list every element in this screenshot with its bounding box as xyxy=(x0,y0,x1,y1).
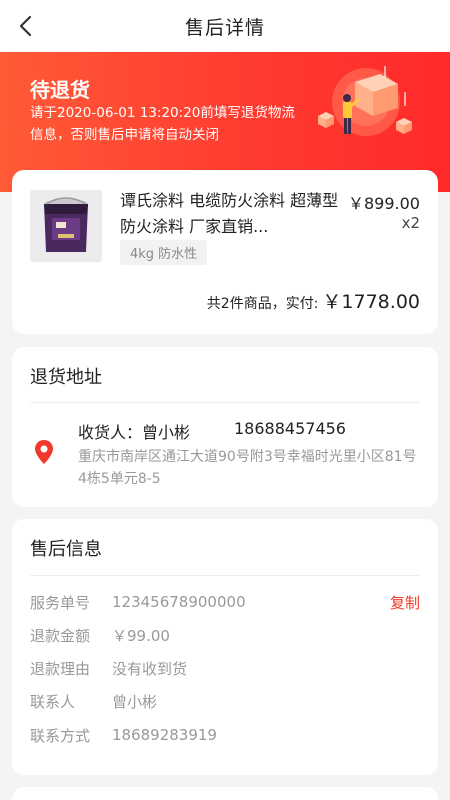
info-label: 退款金额 xyxy=(30,626,91,645)
refund-amount-value: ￥99.00 xyxy=(112,626,170,645)
product-image[interactable] xyxy=(30,190,102,262)
product-spec-tag: 4kg 防水性 xyxy=(120,240,208,265)
info-label: 退款理由 xyxy=(30,659,91,678)
refund-reason-value: 没有收到货 xyxy=(112,659,188,678)
return-illustration xyxy=(318,66,412,136)
divider xyxy=(30,402,420,403)
info-row-service-number: 服务单号 12345678900000 复制 xyxy=(30,591,420,613)
total-label: 共2件商品，实付: xyxy=(206,296,319,312)
info-row-refund-amount: 退款金额 ￥99.00 xyxy=(30,624,420,646)
status-title: 待退货 xyxy=(30,78,90,102)
status-message: 请于2020-06-01 13:20:20前填写退货物流信息，否则售后申请将自动… xyxy=(30,105,295,143)
copy-button[interactable]: 复制 xyxy=(390,592,420,613)
info-row-refund-reason: 退款理由 没有收到货 xyxy=(30,657,420,679)
receiver-name: 收货人：曾小彬 xyxy=(78,423,191,442)
return-address-title: 退货地址 xyxy=(30,367,102,388)
after-sales-info-card: 售后信息 服务单号 12345678900000 复制 退款金额 ￥99.00 … xyxy=(12,519,438,775)
bottom-card xyxy=(12,787,438,800)
product-price: ￥899.00 xyxy=(348,194,420,213)
product-quantity: x2 xyxy=(401,214,420,232)
return-address-card: 退货地址 收货人：曾小彬 18688457456 重庆市南岸区通江大道90号附3… xyxy=(12,347,438,507)
info-row-contact-phone: 联系方式 18689283919 xyxy=(30,724,420,746)
contact-phone-value: 18689283919 xyxy=(112,726,217,744)
paint-bucket-icon xyxy=(30,190,102,262)
service-number-value: 12345678900000 xyxy=(112,593,246,611)
divider xyxy=(30,575,420,576)
address-detail: 重庆市南岸区通江大道90号附3号幸福时光里小区81号4栋5单元8-5 xyxy=(78,449,417,487)
receiver-phone: 18688457456 xyxy=(234,419,346,438)
page-title: 售后详情 xyxy=(184,16,265,39)
info-label: 联系人 xyxy=(30,692,76,711)
back-button[interactable] xyxy=(10,10,42,42)
after-sales-title: 售后信息 xyxy=(30,539,102,560)
nav-bar: 售后详情 xyxy=(0,0,450,52)
order-total: 共2件商品，实付: ￥1778.00 xyxy=(207,287,420,314)
product-name[interactable]: 谭氏涂料 电缆防火涂料 超薄型防火涂料 厂家直销... xyxy=(120,188,340,240)
info-label: 联系方式 xyxy=(30,726,91,745)
back-arrow-icon xyxy=(19,15,32,37)
contact-value: 曾小彬 xyxy=(112,692,158,711)
info-row-contact: 联系人 曾小彬 xyxy=(30,690,420,712)
product-card: 谭氏涂料 电缆防火涂料 超薄型防火涂料 厂家直销... ￥899.00 x2 4… xyxy=(12,170,438,334)
location-pin-icon xyxy=(35,440,53,464)
total-amount: ￥1778.00 xyxy=(322,291,420,313)
info-label: 服务单号 xyxy=(30,593,91,612)
